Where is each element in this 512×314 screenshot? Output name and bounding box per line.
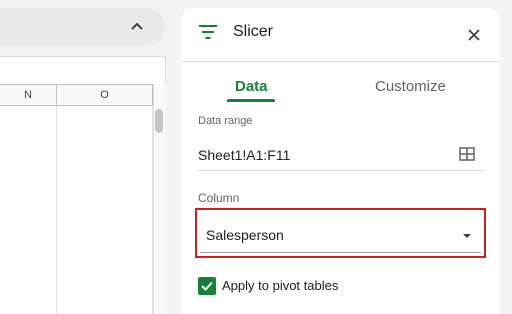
checkmark-icon (201, 281, 213, 291)
slicer-panel: Slicer Data Customize Data range Sheet1!… (181, 8, 500, 313)
column-header-o[interactable]: O (57, 85, 153, 105)
column-select[interactable]: Salesperson (200, 213, 481, 253)
sheet-grid[interactable]: N O (0, 56, 166, 314)
column-label: Column (198, 191, 240, 205)
tab-data[interactable]: Data (235, 78, 268, 95)
vertical-scrollbar-thumb[interactable] (155, 109, 163, 133)
apply-pivot-checkbox[interactable] (198, 277, 216, 295)
active-tab-indicator (227, 99, 275, 102)
filter-icon (199, 25, 217, 39)
column-header-row: N O (0, 84, 166, 106)
column-header-n[interactable]: N (0, 85, 57, 105)
grid-select-icon[interactable] (459, 147, 475, 161)
panel-title: Slicer (233, 23, 274, 40)
column-select-highlight: Salesperson (195, 208, 486, 258)
data-range-underline (198, 170, 485, 171)
apply-pivot-label[interactable]: Apply to pivot tables (222, 278, 338, 293)
close-icon[interactable] (467, 28, 481, 42)
collapse-bar[interactable] (0, 8, 165, 46)
column-select-value: Salesperson (206, 227, 284, 243)
data-range-value[interactable]: Sheet1!A1:F11 (198, 147, 290, 163)
chevron-up-icon[interactable] (127, 17, 147, 37)
data-range-label: Data range (198, 115, 253, 127)
grid-divider (56, 106, 57, 314)
tab-customize[interactable]: Customize (375, 78, 446, 95)
panel-header: Slicer (181, 8, 500, 62)
spreadsheet-area: N O (0, 0, 178, 314)
dropdown-arrow-icon[interactable] (463, 234, 471, 238)
